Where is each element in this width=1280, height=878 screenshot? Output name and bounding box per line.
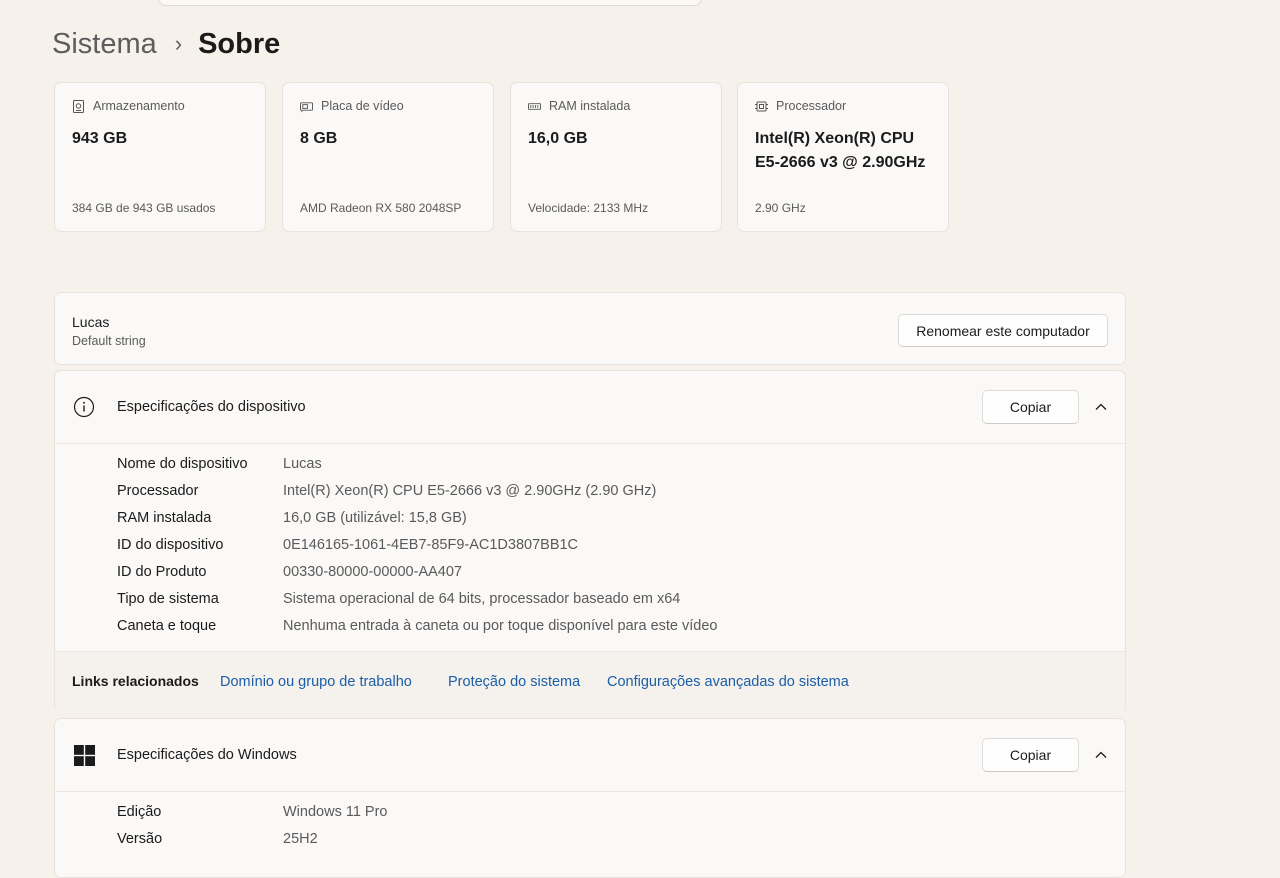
tile-label: RAM instalada [549,99,631,113]
breadcrumb: Sistema › Sobre [52,22,280,66]
spec-value: 00330-80000-00000-AA407 [283,564,462,580]
spec-label: Versão [117,831,163,847]
cpu-icon [755,100,768,113]
search-box[interactable] [158,0,702,6]
spec-label: RAM instalada [117,510,212,526]
spec-label: Caneta e toque [117,618,217,634]
rename-computer-button[interactable]: Renomear este computador [898,314,1108,347]
ram-icon [528,100,541,113]
page-title: Sobre [198,27,281,60]
processor-tile[interactable]: Processador Intel(R) Xeon(R) CPU E5-2666… [737,82,949,232]
windows-specs-title: Especificações do Windows [117,747,297,763]
computer-name: Lucas [72,314,110,330]
tile-subtext: 384 GB de 943 GB usados [72,201,216,215]
tile-label: Placa de vídeo [321,99,404,113]
windows-specs-card: Especificações do Windows Copiar Edição … [54,718,1126,878]
tile-value: Intel(R) Xeon(R) CPU E5-2666 v3 @ 2.90GH… [755,130,926,171]
windows-logo-icon [74,745,96,767]
spec-value: 0E146165-1061-4EB7-85F9-AC1D3807BB1C [283,537,579,553]
breadcrumb-parent-sistema[interactable]: Sistema [52,28,157,61]
spec-value: 16,0 GB (utilizável: 15,8 GB) [283,510,467,526]
spec-label: ID do Produto [117,564,207,580]
related-links-label: Links relacionados [72,673,199,689]
storage-icon [72,99,85,113]
spec-value: Intel(R) Xeon(R) CPU E5-2666 v3 @ 2.90GH… [283,483,657,499]
spec-value: Windows 11 Pro [283,804,388,820]
info-icon [73,396,95,418]
spec-label: Nome do dispositivo [117,456,248,472]
ram-tile[interactable]: RAM instalada 16,0 GB Velocidade: 2133 M… [510,82,722,232]
spec-value: Nenhuma entrada à caneta ou por toque di… [283,618,718,634]
tile-value: 16,0 GB [528,130,588,147]
chevron-right-icon: › [174,31,183,56]
copy-device-specs-button[interactable]: Copiar [982,390,1079,424]
device-specs-card: Especificações do dispositivo Copiar Nom… [54,370,1126,714]
computer-name-card: Lucas Default string Renomear este compu… [54,292,1126,365]
spec-label: Tipo de sistema [117,591,219,607]
gpu-tile[interactable]: Placa de vídeo 8 GB AMD Radeon RX 580 20… [282,82,494,232]
device-specs-title: Especificações do dispositivo [117,399,306,415]
windows-specs-header[interactable]: Especificações do Windows Copiar [55,719,1125,792]
gpu-icon [300,100,313,113]
link-domain-workgroup[interactable]: Domínio ou grupo de trabalho [220,674,412,690]
tile-value: 943 GB [72,130,128,147]
chevron-up-icon[interactable] [1093,399,1109,415]
storage-tile[interactable]: Armazenamento 943 GB 384 GB de 943 GB us… [54,82,266,232]
device-specs-header[interactable]: Especificações do dispositivo Copiar [55,371,1125,444]
spec-label: Processador [117,483,199,499]
chevron-up-icon[interactable] [1093,747,1109,763]
spec-label: ID do dispositivo [117,537,224,553]
copy-windows-specs-button[interactable]: Copiar [982,738,1079,772]
spec-label: Edição [117,804,162,820]
link-system-protection[interactable]: Proteção do sistema [448,674,580,690]
tile-subtext: Velocidade: 2133 MHz [528,201,649,215]
spec-value: Sistema operacional de 64 bits, processa… [283,591,681,607]
spec-value: 25H2 [283,831,318,847]
tile-label: Armazenamento [93,99,185,113]
link-advanced-system-settings[interactable]: Configurações avançadas do sistema [607,674,849,690]
tile-value: 8 GB [300,130,338,147]
computer-model: Default string [72,334,146,348]
tile-subtext: 2.90 GHz [755,201,806,215]
tile-subtext: AMD Radeon RX 580 2048SP [300,201,462,215]
related-links-bar: Links relacionados Domínio ou grupo de t… [55,651,1125,714]
spec-value: Lucas [283,456,322,472]
tile-label: Processador [776,99,847,113]
